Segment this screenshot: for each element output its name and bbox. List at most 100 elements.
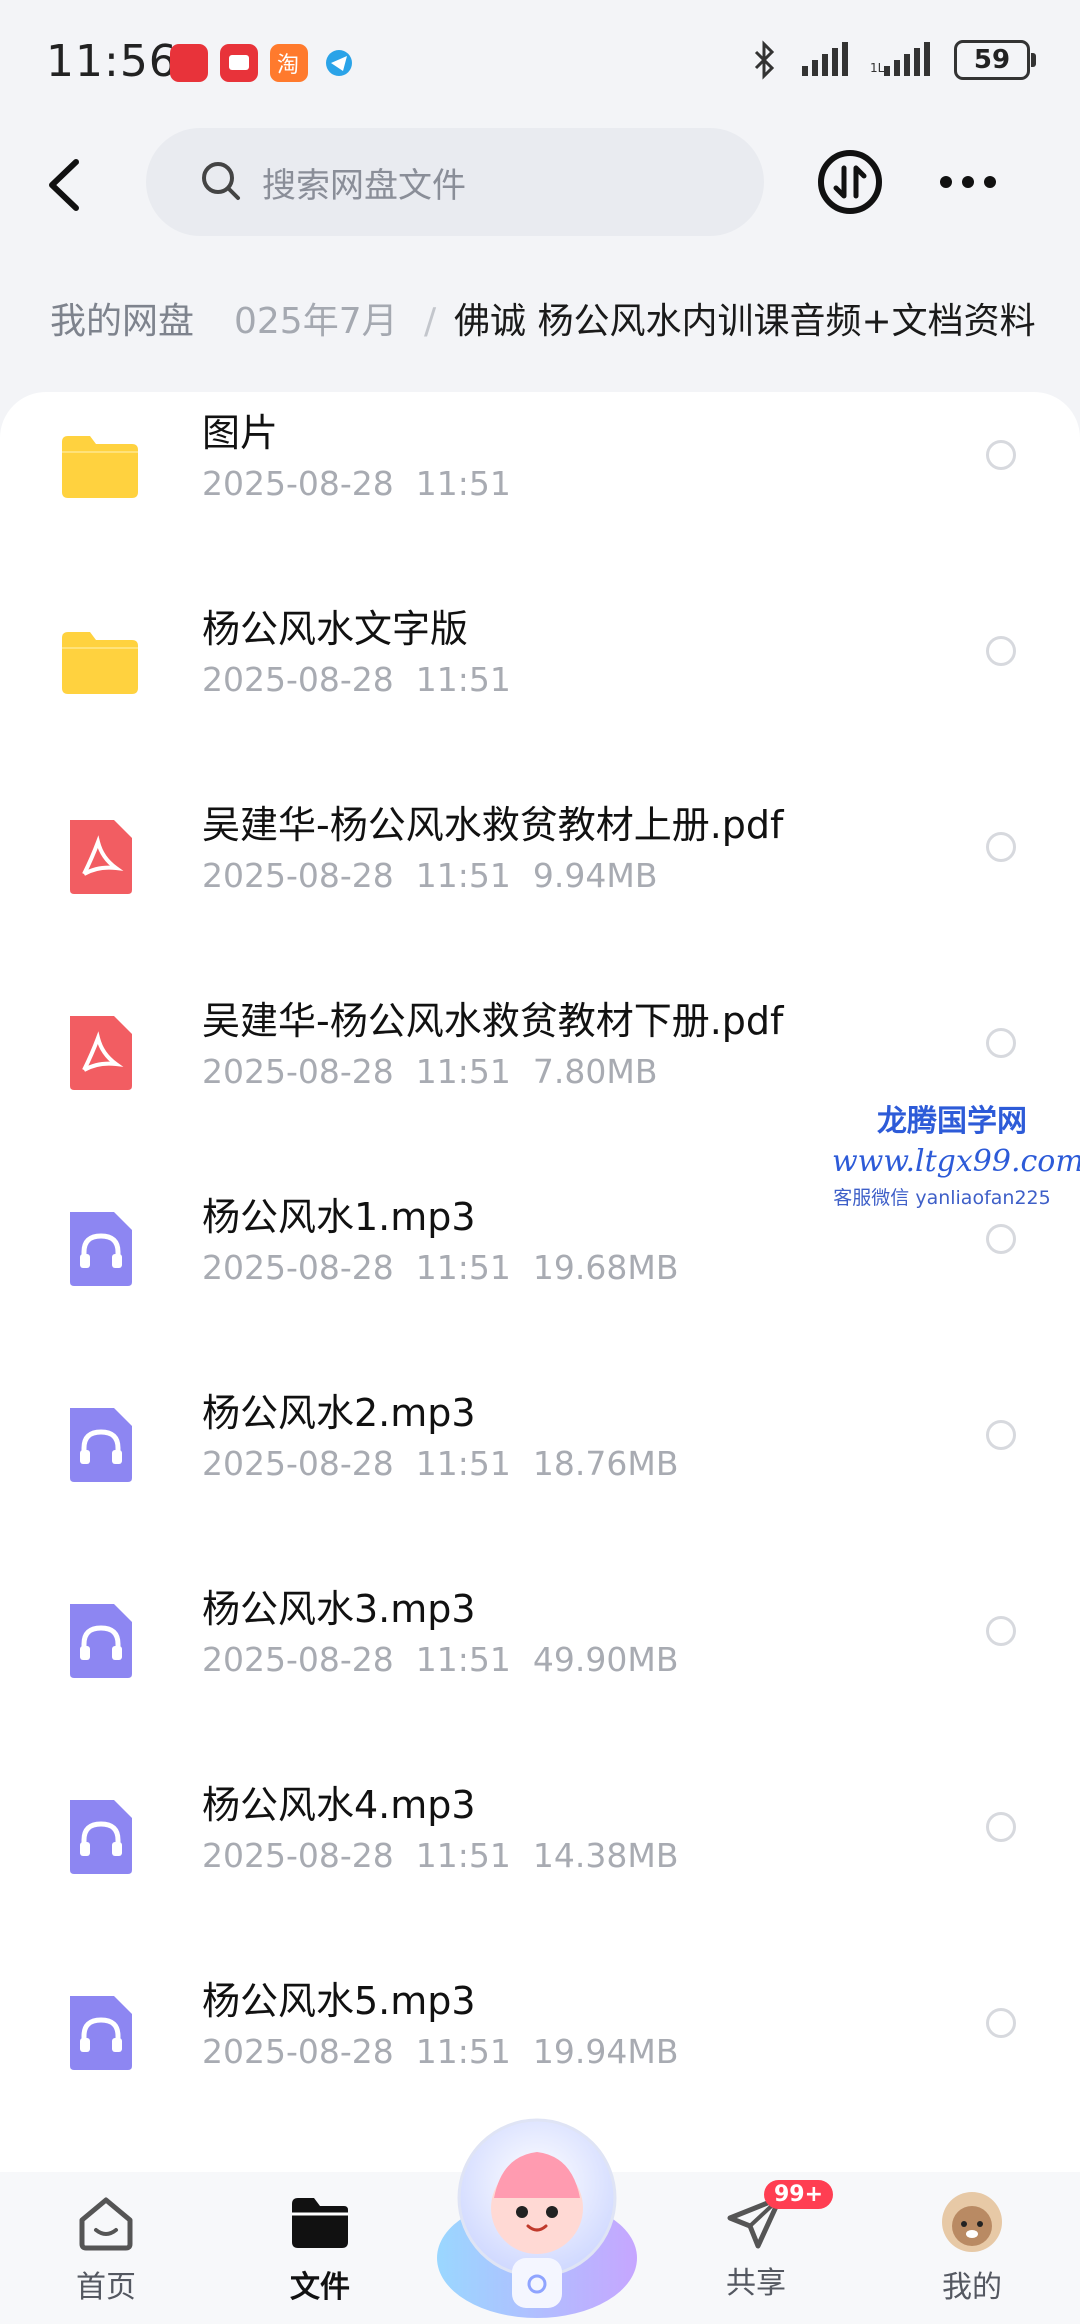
bluetooth-icon (754, 40, 775, 80)
tab-share-label: 共享 (726, 2266, 786, 2301)
select-radio[interactable] (986, 636, 1016, 666)
audio-file-icon (70, 1800, 132, 1874)
file-list: 图片 2025-08-28 11:51 杨公风水文字版 2025-08-28 11:… (0, 392, 1080, 2172)
audio-file-icon (70, 1408, 132, 1482)
huawei-store-icon (170, 44, 208, 82)
mascot-ai-button[interactable] (432, 2108, 642, 2324)
file-meta: 2025-08-28 11:51 14.38MB (202, 1836, 700, 1875)
file-date: 2025-08-28 (202, 1444, 394, 1483)
files-icon (292, 2198, 348, 2248)
file-name: 吴建华-杨公风水救贫教材下册.pdf (202, 999, 784, 1043)
signal-2-icon: 1L (870, 42, 930, 76)
notification-icons: 淘 (170, 44, 358, 82)
search-input[interactable]: 搜索网盘文件 (146, 128, 764, 236)
select-radio[interactable] (986, 1616, 1016, 1646)
breadcrumb-root[interactable]: 我的网盘 (20, 282, 225, 362)
file-size: 14.38MB (532, 1836, 679, 1875)
audio-file-icon (70, 1604, 132, 1678)
breadcrumb-separator: / (424, 301, 437, 342)
red-app-icon (220, 44, 258, 82)
header: 搜索网盘文件 (0, 128, 1080, 238)
file-date: 2025-08-28 (202, 464, 394, 503)
file-name: 杨公风水1.mp3 (202, 1195, 476, 1239)
svg-text:淘: 淘 (277, 53, 299, 78)
file-size: 49.90MB (532, 1640, 679, 1679)
file-time: 11:51 (415, 1836, 511, 1875)
list-item[interactable]: 杨公风水2.mp3 2025-08-28 11:51 18.76MB (0, 1372, 1080, 1568)
tab-files-label: 文件 (290, 2270, 350, 2305)
battery-indicator: 59 (954, 40, 1036, 80)
file-time: 11:51 (415, 856, 511, 895)
file-meta: 2025-08-28 11:51 18.76MB (202, 1444, 700, 1483)
list-item[interactable]: 杨公风水文字版 2025-08-28 11:51 (0, 588, 1080, 784)
list-item[interactable]: 图片 2025-08-28 11:51 (0, 392, 1080, 588)
file-time: 11:51 (415, 1444, 511, 1483)
file-size: 7.80MB (532, 1052, 658, 1091)
taobao-icon: 淘 (270, 44, 308, 82)
list-item[interactable]: 杨公风水4.mp3 2025-08-28 11:51 14.38MB (0, 1764, 1080, 1960)
pdf-file-icon (70, 820, 132, 894)
select-radio[interactable] (986, 1224, 1016, 1254)
file-name: 杨公风水4.mp3 (202, 1783, 476, 1827)
file-name: 杨公风水2.mp3 (202, 1391, 476, 1435)
file-date: 2025-08-28 (202, 1640, 394, 1679)
file-date: 2025-08-28 (202, 1836, 394, 1875)
breadcrumb: 025年7月 / 佛诚 杨公风水内训课音频+文档资料 我的网盘 (0, 268, 1080, 388)
file-meta: 2025-08-28 11:51 49.90MB (202, 1640, 700, 1679)
file-name: 杨公风水文字版 (202, 607, 469, 651)
tab-me[interactable]: 我的 (912, 2172, 1032, 2306)
file-date: 2025-08-28 (202, 1248, 394, 1287)
list-item[interactable]: 吴建华-杨公风水救贫教材上册.pdf 2025-08-28 11:51 9.94MB (0, 784, 1080, 980)
tab-share[interactable]: 99+ 共享 (696, 2172, 834, 2302)
file-date: 2025-08-28 (202, 856, 394, 895)
file-meta: 2025-08-28 11:51 19.68MB (202, 1248, 700, 1287)
file-date: 2025-08-28 (202, 2032, 394, 2071)
file-name: 图片 (202, 411, 279, 455)
status-right: 1L 59 (750, 40, 1036, 80)
file-meta: 2025-08-28 11:51 (202, 464, 533, 503)
tab-files[interactable]: 文件 (260, 2172, 380, 2306)
select-radio[interactable] (986, 832, 1016, 862)
file-size: 19.94MB (532, 2032, 679, 2071)
share-icon-wrap: 99+ (724, 2180, 834, 2254)
audio-file-icon (70, 1996, 132, 2070)
file-size: 18.76MB (532, 1444, 679, 1483)
file-time: 11:51 (415, 1052, 511, 1091)
avatar (942, 2192, 1002, 2252)
svg-text:1L: 1L (870, 61, 885, 75)
watermark-title: 龙腾国学网 (877, 1104, 1027, 1139)
breadcrumb-middle[interactable]: 025年7月 (234, 282, 398, 362)
tab-home-label: 首页 (76, 2270, 136, 2305)
watermark-url: www.ltgx99.com (832, 1144, 1080, 1179)
select-radio[interactable] (986, 1812, 1016, 1842)
home-icon (79, 2197, 133, 2251)
file-name: 吴建华-杨公风水救贫教材上册.pdf (202, 803, 784, 847)
file-meta: 2025-08-28 11:51 19.94MB (202, 2032, 700, 2071)
signal-icon (802, 42, 848, 76)
select-radio[interactable] (986, 440, 1016, 470)
select-radio[interactable] (986, 1420, 1016, 1450)
breadcrumb-current: 佛诚 杨公风水内训课音频+文档资料 (454, 301, 1036, 342)
status-bar: 11:56 淘 1L 59 (0, 0, 1080, 130)
file-time: 11:51 (415, 464, 511, 503)
back-arrow-icon[interactable] (38, 150, 94, 220)
audio-file-icon (70, 1212, 132, 1286)
more-options-icon[interactable] (938, 164, 998, 200)
tab-home[interactable]: 首页 (46, 2172, 166, 2306)
file-name: 杨公风水5.mp3 (202, 1979, 476, 2023)
transfer-icon[interactable] (816, 148, 884, 216)
list-item[interactable]: 杨公风水3.mp3 2025-08-28 11:51 49.90MB (0, 1568, 1080, 1764)
search-placeholder: 搜索网盘文件 (262, 166, 466, 206)
file-meta: 2025-08-28 11:51 (202, 660, 533, 699)
watermark: 龙腾国学网 www.ltgx99.com 客服微信 yanliaofan225 (832, 1096, 1080, 1210)
file-time: 11:51 (415, 1640, 511, 1679)
file-name: 杨公风水3.mp3 (202, 1587, 476, 1631)
telegram-icon (320, 44, 358, 82)
file-date: 2025-08-28 (202, 1052, 394, 1091)
folder-icon (62, 632, 138, 694)
file-time: 11:51 (415, 660, 511, 699)
select-radio[interactable] (986, 2008, 1016, 2038)
watermark-contact: 客服微信 yanliaofan225 (833, 1187, 1051, 1209)
file-meta: 2025-08-28 11:51 7.80MB (202, 1052, 679, 1091)
select-radio[interactable] (986, 1028, 1016, 1058)
